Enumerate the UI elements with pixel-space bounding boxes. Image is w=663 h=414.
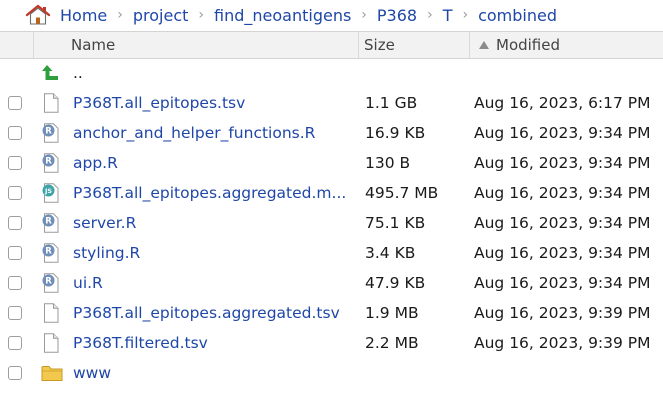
file-modified: Aug 16, 2023, 9:34 PM <box>474 124 651 142</box>
file-name-link[interactable]: server.R <box>73 208 357 238</box>
file-row-p368t-all-epitopes-aggregated-tsv[interactable]: P368T.all_epitopes.aggregated.tsv 1.9 MB A… <box>0 298 663 328</box>
text-file-icon <box>41 333 61 353</box>
select-all-column <box>0 32 34 58</box>
name-column-header[interactable]: Name <box>34 32 359 58</box>
file-row-ui-r[interactable]: Rui.R 47.9 KB Aug 16, 2023, 9:34 PM <box>0 268 663 298</box>
breadcrumb-separator: › <box>198 7 204 23</box>
modified-column-label: Modified <box>496 36 561 54</box>
js-file-icon: JS <box>41 183 61 203</box>
r-file-icon: R <box>41 243 61 263</box>
file-name-link[interactable]: ui.R <box>73 268 357 298</box>
text-file-icon <box>41 303 61 323</box>
row-checkbox[interactable] <box>8 126 22 140</box>
file-size: 16.9 KB <box>365 124 426 142</box>
file-list-header: Name Size Modified <box>0 31 663 59</box>
breadcrumb-find-neoantigens[interactable]: find_neoantigens <box>214 6 351 25</box>
size-column-header[interactable]: Size <box>360 32 470 58</box>
file-modified: Aug 16, 2023, 9:39 PM <box>474 334 651 352</box>
r-file-icon: R <box>41 213 61 233</box>
file-name-link[interactable]: styling.R <box>73 238 357 268</box>
folder-icon <box>41 363 63 383</box>
file-name-link[interactable]: www <box>73 358 357 388</box>
file-name-link[interactable]: P368T.all_epitopes.aggregated.tsv <box>73 298 357 328</box>
file-size: 1.9 MB <box>365 304 419 322</box>
file-modified: Aug 16, 2023, 9:34 PM <box>474 244 651 262</box>
file-modified: Aug 16, 2023, 9:34 PM <box>474 274 651 292</box>
file-size: 130 B <box>365 154 411 172</box>
text-file-icon <box>41 93 61 113</box>
file-row-www[interactable]: www <box>0 358 663 388</box>
svg-text:JS: JS <box>44 187 52 195</box>
row-checkbox[interactable] <box>8 276 22 290</box>
file-modified: Aug 16, 2023, 9:39 PM <box>474 304 651 322</box>
file-size: 1.1 GB <box>365 94 418 112</box>
breadcrumb-project[interactable]: project <box>133 6 189 25</box>
home-icon[interactable] <box>25 4 51 26</box>
svg-text:R: R <box>45 157 52 167</box>
file-row-anchor-and-helper-functions-r[interactable]: Ranchor_and_helper_functions.R 16.9 KB Aug… <box>0 118 663 148</box>
row-checkbox[interactable] <box>8 306 22 320</box>
file-row-app-r[interactable]: Rapp.R 130 B Aug 16, 2023, 9:34 PM <box>0 148 663 178</box>
file-row-p368t-filtered-tsv[interactable]: P368T.filtered.tsv 2.2 MB Aug 16, 2023, 9:… <box>0 328 663 358</box>
file-modified: Aug 16, 2023, 6:17 PM <box>474 94 651 112</box>
file-size: 47.9 KB <box>365 274 426 292</box>
row-checkbox[interactable] <box>8 366 22 380</box>
r-file-icon: R <box>41 273 61 293</box>
file-list: .. P368T.all_epitopes.tsv 1.1 GB Aug 16, 20… <box>0 58 663 388</box>
file-row-p368t-all-epitopes-tsv[interactable]: P368T.all_epitopes.tsv 1.1 GB Aug 16, 2023… <box>0 88 663 118</box>
breadcrumb-p368[interactable]: P368 <box>377 6 417 25</box>
file-row-p368t-all-epitopes-aggregated-m[interactable]: JS P368T.all_epitopes.aggregated.m... 495.… <box>0 178 663 208</box>
file-size: 3.4 KB <box>365 244 416 262</box>
breadcrumb-separator: › <box>427 7 433 23</box>
svg-text:R: R <box>45 277 52 287</box>
size-column-label: Size <box>364 36 395 54</box>
row-checkbox[interactable] <box>8 216 22 230</box>
file-size: 75.1 KB <box>365 214 426 232</box>
breadcrumb-separator: › <box>117 7 123 23</box>
file-name-link[interactable]: app.R <box>73 148 357 178</box>
file-name-link[interactable]: P368T.all_epitopes.aggregated.m... <box>73 178 357 208</box>
up-arrow-icon <box>41 63 61 83</box>
svg-text:R: R <box>45 217 52 227</box>
svg-text:R: R <box>45 127 52 137</box>
breadcrumb-separator: › <box>462 7 469 23</box>
row-checkbox[interactable] <box>8 186 22 200</box>
row-checkbox[interactable] <box>8 96 22 110</box>
file-name-link[interactable]: anchor_and_helper_functions.R <box>73 118 357 148</box>
breadcrumb-home[interactable]: Home <box>60 6 107 25</box>
svg-text:R: R <box>45 247 52 257</box>
row-checkbox[interactable] <box>8 246 22 260</box>
file-name-link[interactable]: .. <box>73 58 357 88</box>
breadcrumb: Home › project › find_neoantigens › P368… <box>0 0 663 30</box>
parent-directory-row[interactable]: .. <box>0 58 663 88</box>
file-name-link[interactable]: P368T.filtered.tsv <box>73 328 357 358</box>
modified-column-header[interactable]: Modified <box>471 32 663 58</box>
file-name-link[interactable]: P368T.all_epitopes.tsv <box>73 88 357 118</box>
file-row-server-r[interactable]: Rserver.R 75.1 KB Aug 16, 2023, 9:34 PM <box>0 208 663 238</box>
breadcrumb-t[interactable]: T <box>443 6 453 25</box>
file-size: 2.2 MB <box>365 334 419 352</box>
row-checkbox[interactable] <box>8 156 22 170</box>
r-file-icon: R <box>41 153 61 173</box>
row-checkbox[interactable] <box>8 336 22 350</box>
sort-ascending-icon <box>479 41 489 49</box>
file-modified: Aug 16, 2023, 9:34 PM <box>474 214 651 232</box>
file-modified: Aug 16, 2023, 9:34 PM <box>474 154 651 172</box>
file-size: 495.7 MB <box>365 184 439 202</box>
breadcrumb-combined[interactable]: combined <box>478 6 557 25</box>
file-row-styling-r[interactable]: Rstyling.R 3.4 KB Aug 16, 2023, 9:34 PM <box>0 238 663 268</box>
name-column-label: Name <box>71 36 116 54</box>
file-modified: Aug 16, 2023, 9:34 PM <box>474 184 651 202</box>
breadcrumb-separator: › <box>361 7 367 23</box>
r-file-icon: R <box>41 123 61 143</box>
